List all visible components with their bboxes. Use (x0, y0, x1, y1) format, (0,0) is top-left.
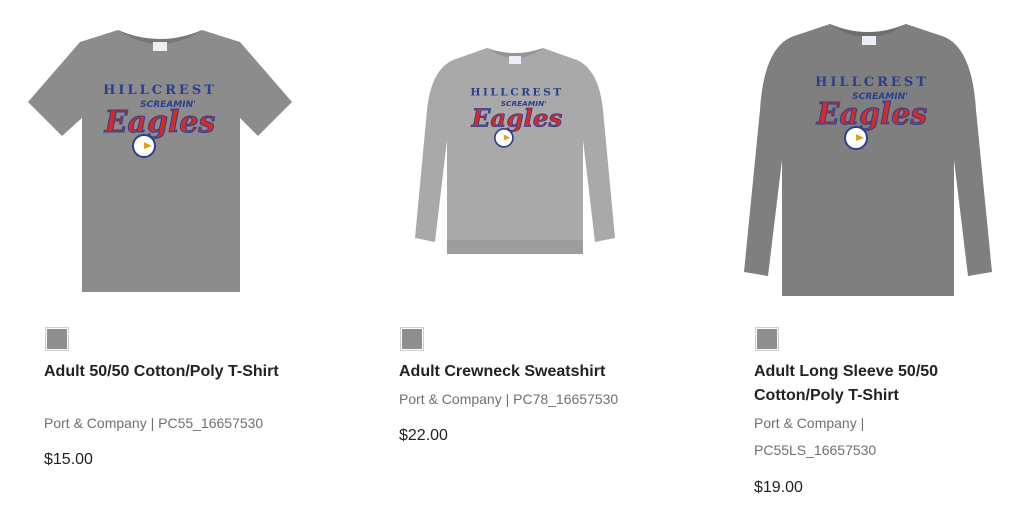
product-brand-sku: Port & Company | PC78_16657530 (399, 391, 619, 407)
product-image-tshirt[interactable]: HILLCREST SCREAMIN' Eagles (0, 0, 300, 310)
logo-arc-text: HILLCREST (815, 75, 929, 90)
product-price: $22.00 (399, 427, 448, 444)
product-brand-sku: Port & Company | PC55LS_16657530 (754, 415, 877, 458)
logo-script-large: Eagles (104, 105, 216, 140)
swatch-fill (402, 329, 422, 349)
swatch-fill (757, 329, 777, 349)
product-card[interactable]: HILLCREST SCREAMIN' Eagles Adult 50/50 C… (0, 0, 300, 510)
product-image-sweatshirt[interactable]: HILLCREST SCREAMIN' Eagles (355, 0, 655, 310)
logo-arc-text: HILLCREST (470, 85, 563, 98)
logo-arc-text: HILLCREST (103, 83, 217, 98)
product-price: $19.00 (754, 479, 803, 496)
product-card[interactable]: HILLCREST SCREAMIN' Eagles Adult Crewnec… (355, 0, 655, 510)
color-swatch[interactable] (755, 327, 779, 351)
swatch-fill (47, 329, 67, 349)
tshirt-shape (28, 30, 292, 292)
product-grid: HILLCREST SCREAMIN' Eagles Adult 50/50 C… (0, 0, 1024, 510)
product-image-long-sleeve[interactable]: HILLCREST SCREAMIN' Eagles (710, 0, 1010, 310)
product-brand-sku: Port & Company | PC55_16657530 (44, 415, 264, 431)
product-title[interactable]: Adult 50/50 Cotton/Poly T-Shirt (44, 360, 294, 384)
color-swatch[interactable] (400, 327, 424, 351)
product-price: $15.00 (44, 451, 93, 468)
product-title[interactable]: Adult Crewneck Sweatshirt (399, 360, 649, 384)
product-card[interactable]: HILLCREST SCREAMIN' Eagles Adult Long Sl… (710, 0, 1010, 510)
logo-script-large: Eagles (816, 97, 928, 132)
long-sleeve-shape (744, 24, 992, 296)
product-title[interactable]: Adult Long Sleeve 50/50 Cotton/Poly T-Sh… (754, 360, 1004, 408)
logo-script-large: Eagles (471, 103, 563, 132)
sweatshirt-shape (415, 48, 615, 250)
color-swatch[interactable] (45, 327, 69, 351)
